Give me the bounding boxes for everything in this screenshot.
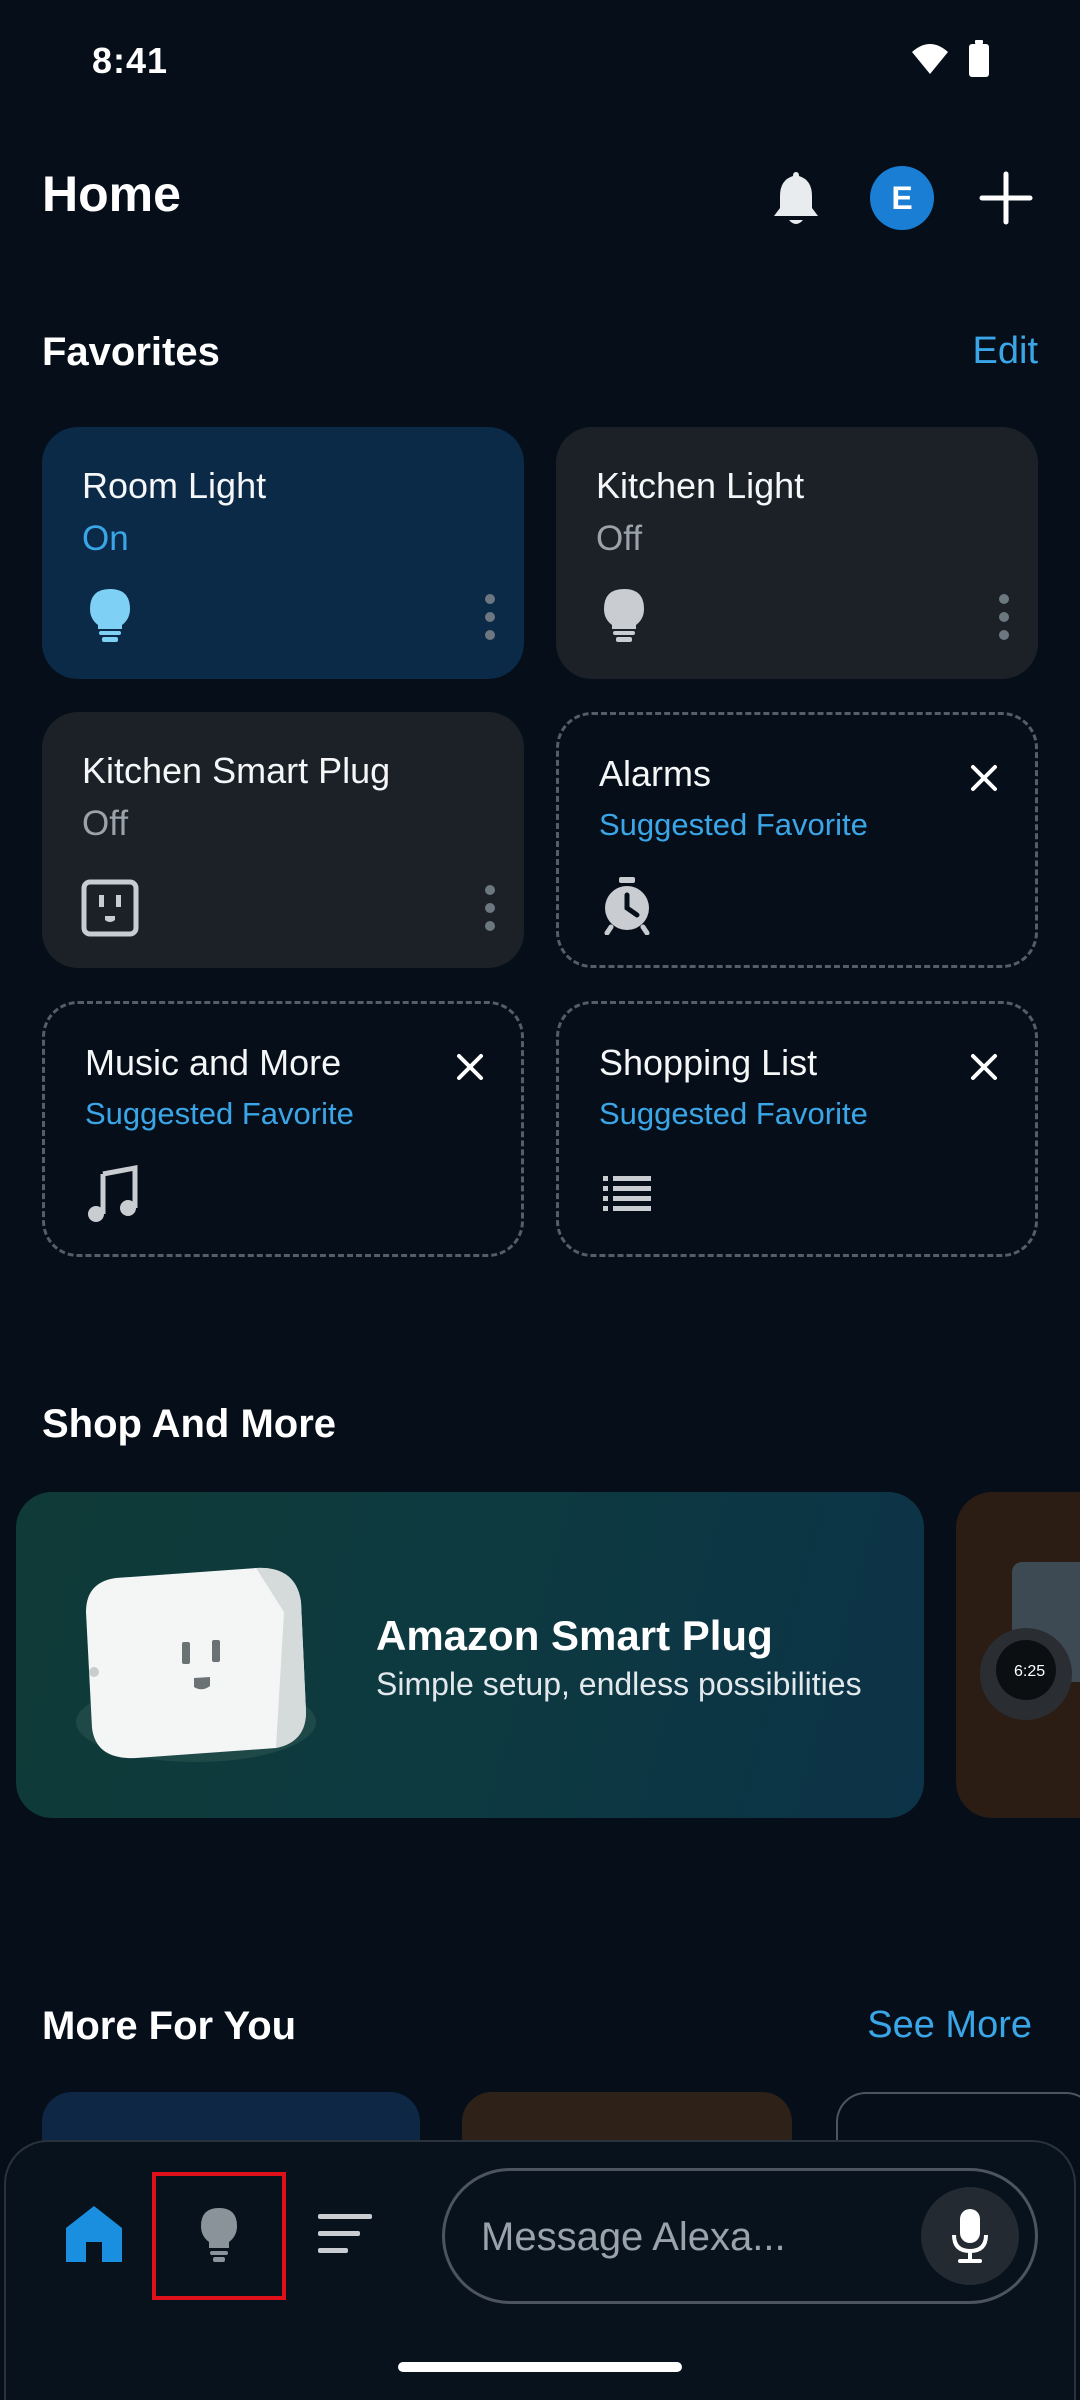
favorite-tile-kitchen-light[interactable]: Kitchen Light Off	[556, 427, 1038, 679]
more-options-icon[interactable]	[482, 591, 498, 643]
microphone-icon	[952, 2209, 988, 2263]
edit-button[interactable]: Edit	[973, 330, 1038, 373]
close-icon[interactable]	[455, 1052, 485, 1082]
status-time: 8:41	[92, 40, 169, 81]
home-indicator[interactable]	[398, 2362, 682, 2372]
more-for-you-title: More For You	[42, 2004, 297, 2048]
music-note-icon	[88, 1164, 138, 1222]
promo-title: Amazon Smart Plug	[376, 1612, 773, 1659]
add-icon[interactable]	[978, 170, 1034, 226]
device-clock-text: 6:25	[1014, 1663, 1045, 1680]
microphone-button[interactable]	[921, 2187, 1019, 2285]
close-icon[interactable]	[969, 1052, 999, 1082]
lightbulb-icon	[201, 2208, 237, 2262]
alarm-clock-icon	[604, 877, 650, 935]
tile-state: Off	[82, 804, 129, 843]
suggested-tile-music-and-more[interactable]: Music and More Suggested Favorite	[42, 1001, 524, 1257]
favorite-tile-room-light[interactable]: Room Light On	[42, 427, 524, 679]
devices-tab[interactable]	[152, 2172, 286, 2300]
smart-plug-icon	[81, 879, 139, 937]
tile-name: Kitchen Light	[596, 465, 805, 506]
lightbulb-icon	[90, 589, 130, 642]
see-more-link[interactable]: See More	[867, 2004, 1032, 2047]
tile-name: Music and More	[85, 1042, 342, 1083]
list-icon	[603, 1176, 651, 1211]
promo-subtitle: Simple setup, endless possibilities	[376, 1666, 862, 1702]
tile-state: Suggested Favorite	[85, 1096, 354, 1131]
tile-name: Room Light	[82, 465, 267, 506]
promo-card-next[interactable]: 6:25	[956, 1492, 1080, 1818]
tile-state: Suggested Favorite	[599, 1096, 868, 1131]
menu-icon[interactable]	[316, 2210, 374, 2258]
home-icon[interactable]	[62, 2202, 126, 2266]
avatar[interactable]: E	[870, 166, 934, 230]
suggested-tile-alarms[interactable]: Alarms Suggested Favorite	[556, 712, 1038, 968]
more-options-icon[interactable]	[482, 882, 498, 934]
promo-card-smart-plug[interactable]: Amazon Smart Plug Simple setup, endless …	[16, 1492, 924, 1818]
tile-name: Kitchen Smart Plug	[82, 750, 391, 791]
message-alexa-bar	[442, 2168, 1038, 2304]
tile-name: Alarms	[599, 753, 712, 794]
tile-state: Suggested Favorite	[599, 807, 868, 842]
status-icons	[910, 40, 990, 78]
close-icon[interactable]	[969, 763, 999, 793]
home-screen: 8:41 Home E Favorites Edit Room Light On	[0, 0, 1080, 2400]
tile-name: Shopping List	[599, 1042, 818, 1083]
favorite-tile-kitchen-smart-plug[interactable]: Kitchen Smart Plug Off	[42, 712, 524, 968]
wifi-icon	[912, 44, 948, 74]
echo-device-image: 6:25	[980, 1562, 1080, 1720]
lightbulb-icon	[604, 589, 644, 642]
favorites-title: Favorites	[42, 330, 220, 374]
tile-state: Off	[596, 519, 643, 558]
battery-icon	[969, 40, 989, 77]
more-options-icon[interactable]	[996, 591, 1012, 643]
tile-state: On	[82, 519, 129, 558]
message-alexa-input[interactable]	[481, 2207, 901, 2267]
page-title: Home	[42, 166, 181, 222]
shop-section-title: Shop And More	[42, 1402, 337, 1446]
suggested-tile-shopping-list[interactable]: Shopping List Suggested Favorite	[556, 1001, 1038, 1257]
smart-plug-image	[76, 1567, 316, 1762]
bell-icon[interactable]	[768, 168, 824, 228]
